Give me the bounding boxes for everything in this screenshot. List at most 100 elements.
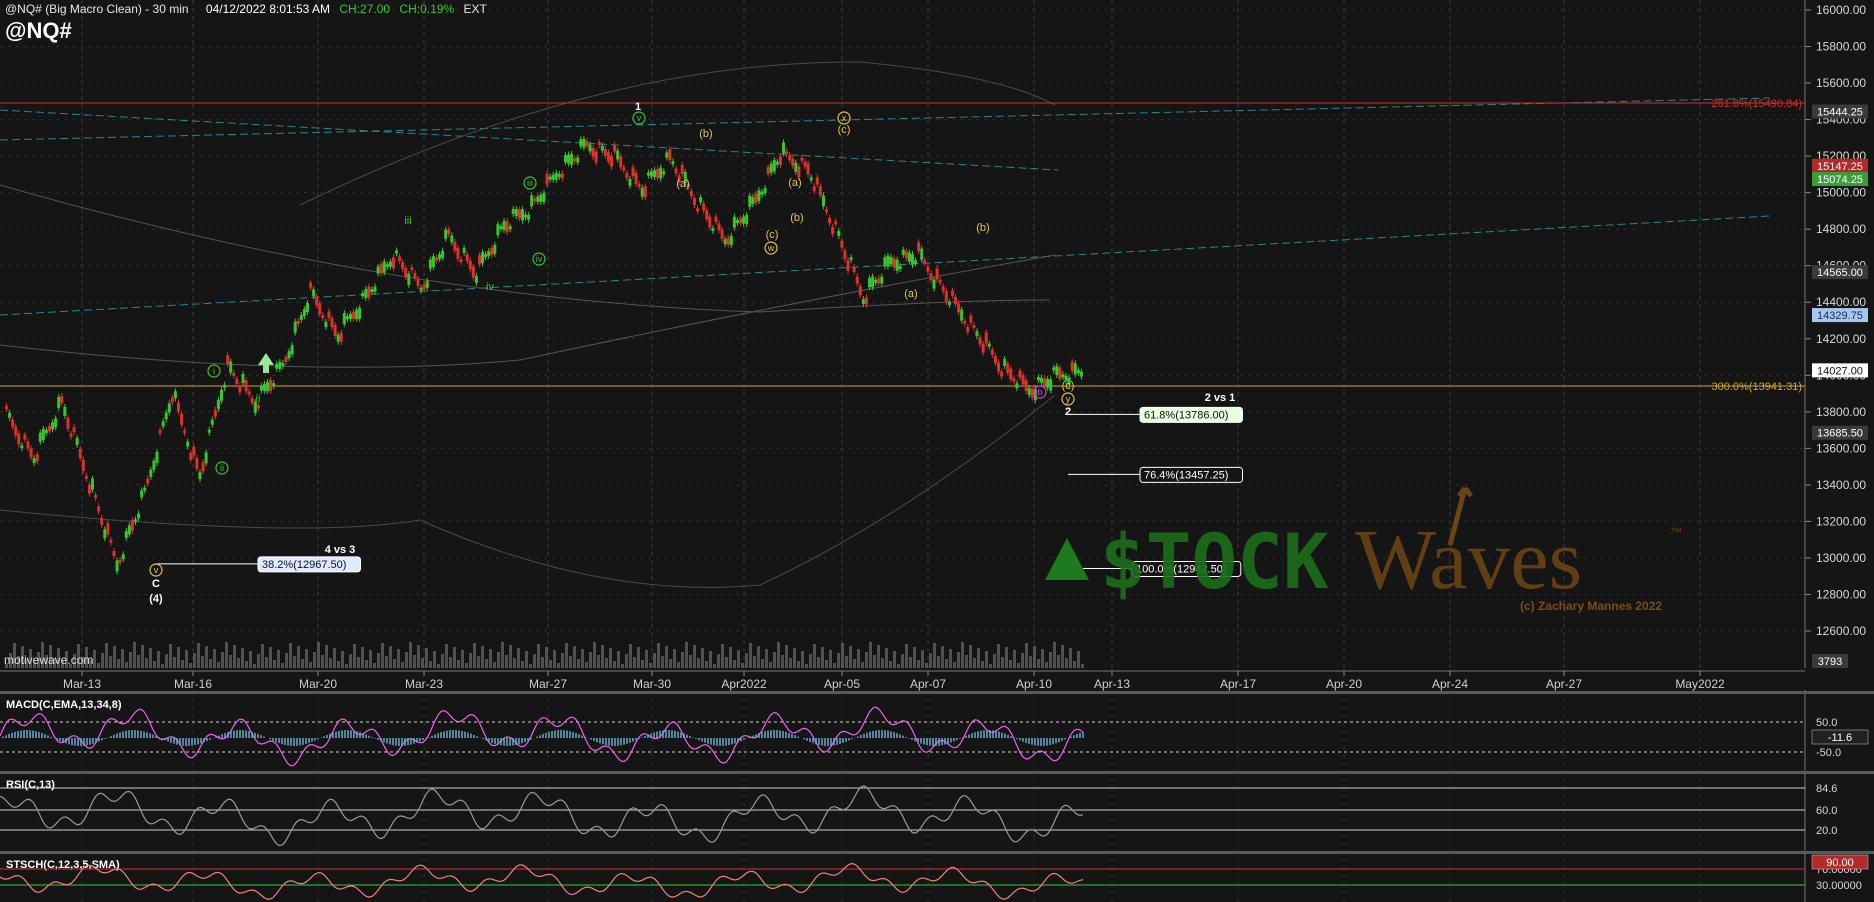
- candle-body: [889, 256, 893, 264]
- volume-bar: [385, 656, 388, 668]
- volume-bar: [433, 651, 436, 668]
- volume-bar: [409, 642, 412, 668]
- candle-body: [47, 426, 51, 432]
- candle-body: [333, 324, 337, 336]
- candle-body: [376, 266, 380, 274]
- candle-body: [103, 529, 107, 539]
- candle-body: [625, 173, 629, 179]
- source-label: motivewave.com: [4, 653, 94, 667]
- candle-body: [256, 405, 260, 409]
- candle-body: [754, 193, 758, 203]
- volume-bar: [381, 643, 384, 668]
- volume-bar: [109, 656, 112, 668]
- volume-bar: [1033, 646, 1036, 668]
- volume-bar: [833, 663, 836, 668]
- candle-body: [474, 275, 478, 283]
- volume-bar: [697, 658, 700, 668]
- candle-body: [858, 286, 862, 296]
- wave-label: 2: [1065, 406, 1071, 418]
- candle-body: [130, 519, 134, 531]
- volume-bar: [137, 655, 140, 668]
- volume-bar: [633, 657, 636, 668]
- volume-bar: [389, 646, 392, 668]
- indicator-label: RSI(C,13): [6, 779, 55, 791]
- candle-body: [984, 332, 988, 344]
- indicator-tick-label: 60.0: [1816, 805, 1837, 817]
- candle-body: [613, 144, 617, 152]
- candle-body: [330, 318, 334, 328]
- volume-bar: [653, 653, 656, 668]
- candle-body: [213, 409, 217, 417]
- volume-bar: [457, 660, 460, 668]
- volume-bar: [333, 648, 336, 668]
- volume-bar: [641, 660, 644, 668]
- candle-body: [278, 361, 282, 369]
- price-tick-label: 13600.00: [1816, 441, 1866, 455]
- candle-body: [877, 278, 881, 284]
- candle-body: [262, 383, 266, 391]
- candle-body: [742, 216, 746, 224]
- volume-bar: [577, 659, 580, 668]
- candle-body: [751, 197, 755, 205]
- wave-label: iv: [486, 281, 494, 293]
- volume-bar: [453, 647, 456, 668]
- indicator-value-label: 90.00: [1826, 857, 1854, 869]
- candle-body: [496, 224, 500, 236]
- volume-bar: [777, 642, 780, 668]
- candle-body: [536, 196, 540, 202]
- candle-body: [23, 434, 27, 440]
- candle-body: [355, 309, 359, 319]
- volume-bar: [841, 643, 844, 668]
- candle-body: [978, 337, 982, 345]
- volume-bar: [293, 656, 296, 668]
- candle-body: [219, 389, 223, 401]
- candle-body: [1046, 378, 1050, 388]
- volume-bar: [317, 642, 320, 668]
- volume-bar: [1045, 662, 1048, 668]
- volume-bar: [661, 656, 664, 668]
- volume-bar: [201, 656, 204, 668]
- indicator-tick-label: 30.00000: [1816, 880, 1862, 892]
- candle-body: [861, 299, 865, 305]
- candle-body: [938, 279, 942, 283]
- volume-bar: [533, 654, 536, 668]
- candle-body: [149, 469, 153, 477]
- candle-body: [656, 168, 660, 178]
- volume-bar: [989, 664, 992, 668]
- candle-body: [192, 446, 196, 456]
- volume-bar: [573, 646, 576, 668]
- wave-label: (b): [790, 212, 803, 224]
- candle-body: [831, 226, 835, 234]
- candle-body: [493, 244, 497, 254]
- candle-body: [914, 260, 918, 264]
- candle-body: [1079, 371, 1083, 377]
- volume-bar: [645, 650, 648, 668]
- candle-body: [603, 148, 607, 156]
- candle-body: [327, 311, 331, 319]
- candle-body: [364, 289, 368, 299]
- volume-bar: [637, 647, 640, 668]
- volume-bar: [177, 647, 180, 668]
- volume-bar: [805, 664, 808, 668]
- volume-bar: [241, 648, 244, 668]
- volume-bar: [605, 658, 608, 668]
- wave-label: (c): [766, 229, 779, 241]
- candle-body: [806, 163, 810, 175]
- candle-body: [465, 254, 469, 262]
- volume-bar: [125, 662, 128, 668]
- volume-bar: [233, 645, 236, 668]
- candle-body: [840, 240, 844, 248]
- candle-body: [898, 266, 902, 270]
- date-tick-label: Apr-05: [824, 677, 860, 691]
- candle-body: [302, 309, 306, 317]
- candle-body: [527, 214, 531, 220]
- candle-body: [269, 380, 273, 392]
- candle-body: [926, 266, 930, 272]
- candle-body: [653, 170, 657, 178]
- volume-bar: [1053, 642, 1056, 668]
- price-tag-label: 13685.50: [1817, 428, 1863, 440]
- volume-bar: [729, 647, 732, 668]
- candle-body: [868, 278, 872, 288]
- volume-bar: [913, 647, 916, 668]
- candle-body: [800, 157, 804, 161]
